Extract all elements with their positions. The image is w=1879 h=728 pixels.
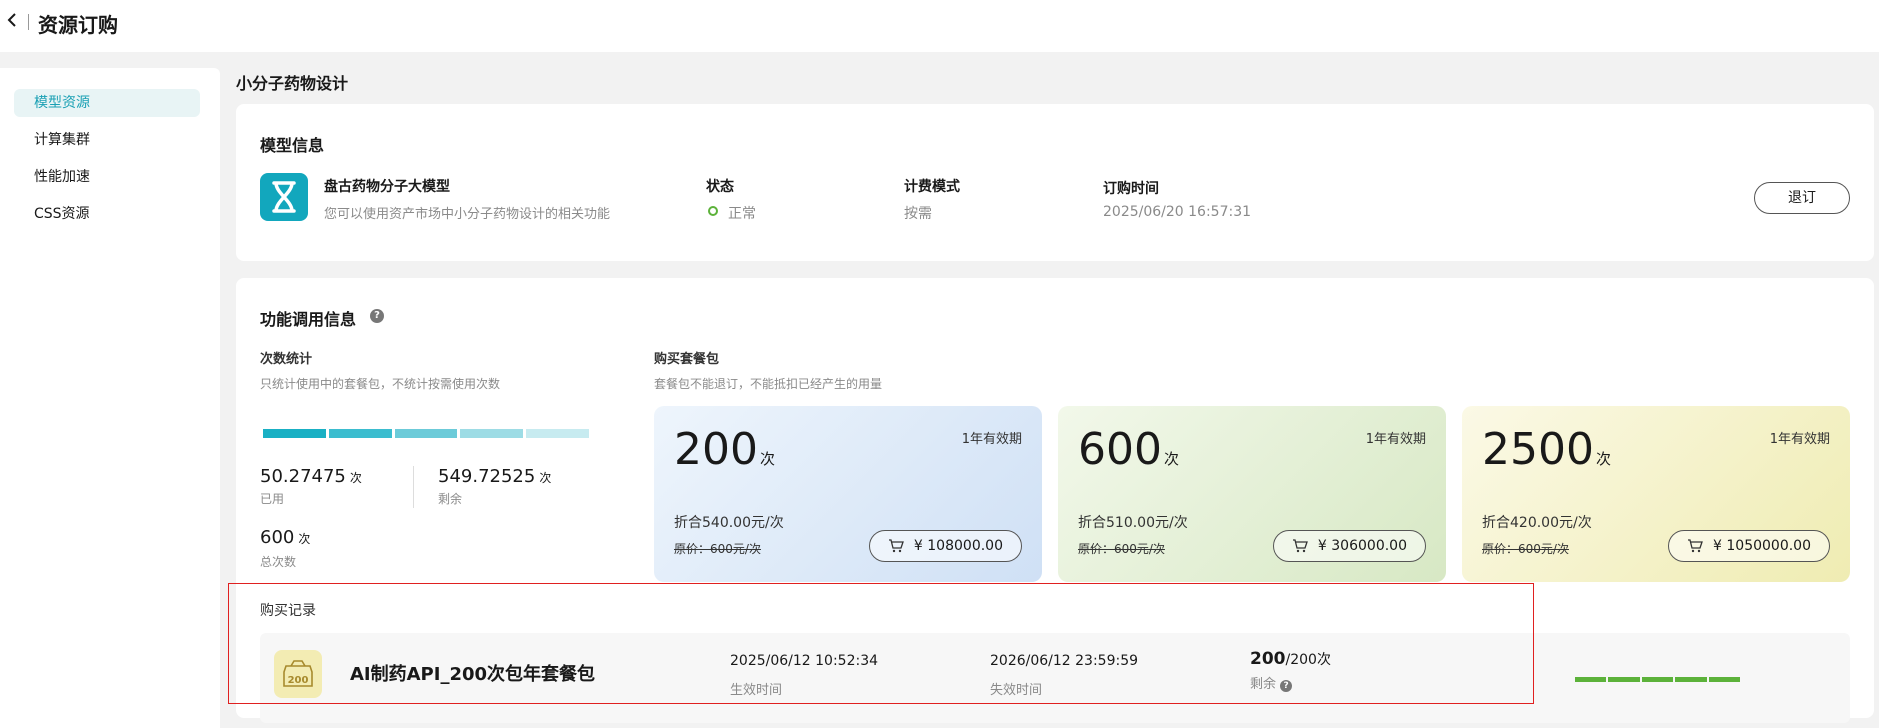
- package-original-price: 原价：600元/次: [1482, 542, 1569, 556]
- cart-icon: [1687, 538, 1703, 554]
- package-count: 200 次: [674, 424, 775, 475]
- total-count-unit: 次: [298, 532, 311, 546]
- record-end-time: 2026/06/12 23:59:59: [990, 653, 1139, 669]
- status-label: 状态: [706, 179, 734, 195]
- packages-description: 套餐包不能退订，不能抵扣已经产生的用量: [654, 377, 883, 391]
- order-time-value: 2025/06/20 16:57:31: [1103, 204, 1252, 220]
- section-title: 小分子药物设计: [236, 74, 349, 93]
- used-count: 50.27475 次: [260, 466, 362, 487]
- total-label: 总次数: [260, 555, 297, 569]
- chevron-left-icon[interactable]: [6, 10, 18, 35]
- order-time-label: 订购时间: [1103, 181, 1159, 197]
- top-bar: 资源订购: [0, 0, 1879, 52]
- usage-title: 功能调用信息: [260, 310, 357, 329]
- unsubscribe-button[interactable]: 退订: [1754, 182, 1850, 214]
- total-count-value: 600: [260, 527, 295, 548]
- stats-title: 次数统计: [260, 352, 313, 367]
- package-badge-icon: 200: [274, 650, 322, 698]
- remain-count-unit: 次: [539, 471, 552, 485]
- buy-price: ¥ 108000.00: [913, 538, 1003, 554]
- sidebar-item-css[interactable]: CSS资源: [14, 200, 200, 228]
- model-description: 您可以使用资产市场中小分子药物设计的相关功能: [324, 207, 611, 222]
- record-remain-bar: [1575, 677, 1741, 682]
- buy-price: ¥ 306000.00: [1317, 538, 1407, 554]
- package-count-unit: 次: [1163, 450, 1179, 468]
- progress-segment: [526, 429, 589, 438]
- progress-segment: [263, 429, 326, 438]
- package-original-price: 原价：600元/次: [1078, 542, 1165, 556]
- package-validity: 1年有效期: [1769, 432, 1830, 447]
- usage-progress-bar: [263, 429, 589, 438]
- package-validity: 1年有效期: [961, 432, 1022, 447]
- package-unit-price: 折合420.00元/次: [1482, 515, 1592, 531]
- cart-icon: [888, 538, 904, 554]
- package-count-value: 2500: [1482, 424, 1594, 475]
- package-card-2500[interactable]: 2500 次 1年有效期 折合420.00元/次 原价：600元/次 ¥ 1050…: [1462, 406, 1850, 582]
- buy-package-button[interactable]: ¥ 306000.00: [1272, 530, 1426, 562]
- billing-mode-label: 计费模式: [904, 179, 960, 195]
- cart-icon: [1292, 538, 1308, 554]
- help-icon[interactable]: ?: [1280, 680, 1293, 692]
- remain-bar-segment: [1675, 677, 1707, 682]
- records-title: 购买记录: [260, 603, 316, 619]
- stats-description: 只统计使用中的套餐包，不统计按需使用次数: [260, 377, 501, 391]
- hourglass-icon: [260, 173, 308, 221]
- package-card-600[interactable]: 600 次 1年有效期 折合510.00元/次 原价：600元/次 ¥ 30600…: [1058, 406, 1446, 582]
- model-info-title: 模型信息: [260, 136, 325, 155]
- total-count: 600 次: [260, 527, 310, 548]
- remain-label: 剩余: [438, 492, 463, 506]
- package-original-price: 原价：600元/次: [674, 542, 761, 556]
- record-end-label: 失效时间: [990, 683, 1043, 698]
- help-icon[interactable]: ?: [370, 309, 384, 323]
- package-count-value: 600: [1078, 424, 1162, 475]
- used-label: 已用: [260, 492, 285, 506]
- remain-count: 549.72525 次: [438, 466, 551, 487]
- record-name: AI制药API_200次包年套餐包: [350, 664, 596, 685]
- progress-segment: [328, 429, 392, 438]
- progress-segment: [460, 429, 524, 438]
- package-validity: 1年有效期: [1365, 432, 1426, 447]
- used-count-unit: 次: [349, 471, 362, 485]
- used-count-value: 50.27475: [260, 466, 346, 487]
- page-title: 资源订购: [38, 13, 118, 37]
- stat-divider: [413, 466, 414, 508]
- record-start-time: 2025/06/12 10:52:34: [730, 653, 879, 669]
- progress-segment: [394, 429, 458, 438]
- sidebar-item-compute-cluster[interactable]: 计算集群: [14, 126, 200, 154]
- remain-bar-segment: [1641, 677, 1674, 682]
- package-count: 600 次: [1078, 424, 1179, 475]
- record-remain-label-text: 剩余: [1250, 677, 1277, 692]
- package-count-unit: 次: [759, 450, 775, 468]
- record-start-label: 生效时间: [730, 683, 783, 698]
- record-remain-total: /200次: [1285, 652, 1331, 668]
- package-count-unit: 次: [1595, 450, 1611, 468]
- status-value: 正常: [728, 206, 756, 222]
- package-unit-price: 折合510.00元/次: [1078, 515, 1188, 531]
- remain-bar-segment: [1708, 677, 1741, 682]
- buy-price: ¥ 1050000.00: [1713, 538, 1811, 554]
- remain-bar-segment: [1608, 677, 1640, 682]
- record-remain: 200/200次: [1250, 649, 1331, 669]
- package-count: 2500 次: [1482, 424, 1611, 475]
- record-remain-label: 剩余 ?: [1250, 673, 1293, 692]
- package-card-200[interactable]: 200 次 1年有效期 折合540.00元/次 原价：600元/次 ¥ 10800…: [654, 406, 1042, 582]
- billing-mode-value: 按需: [904, 206, 932, 222]
- sidebar: 模型资源 计算集群 性能加速 CSS资源: [0, 68, 220, 728]
- title-separator: [28, 14, 29, 30]
- package-count-value: 200: [674, 424, 758, 475]
- remain-bar-segment: [1575, 677, 1607, 682]
- package-unit-price: 折合540.00元/次: [674, 515, 784, 531]
- record-remain-count: 200: [1250, 649, 1286, 669]
- buy-package-button[interactable]: ¥ 108000.00: [868, 530, 1022, 562]
- sidebar-item-performance[interactable]: 性能加速: [14, 163, 200, 191]
- buy-package-button[interactable]: ¥ 1050000.00: [1668, 530, 1830, 562]
- packages-title: 购买套餐包: [654, 352, 720, 367]
- record-row: 200 AI制药API_200次包年套餐包 2025/06/12 10:52:3…: [260, 633, 1850, 723]
- model-info-card: [236, 104, 1874, 261]
- status-ok-icon: [708, 206, 718, 216]
- package-badge-text: 200: [288, 675, 309, 686]
- model-name: 盘古药物分子大模型: [324, 179, 450, 195]
- remain-count-value: 549.72525: [438, 466, 536, 487]
- sidebar-item-model-resources[interactable]: 模型资源: [14, 89, 200, 117]
